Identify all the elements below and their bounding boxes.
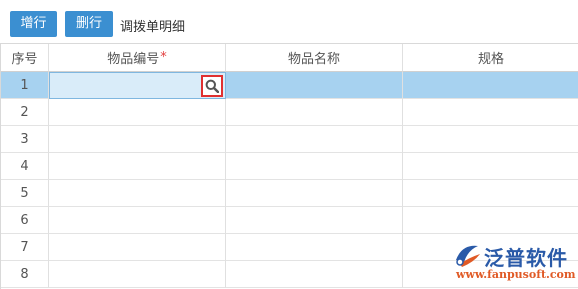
row-index-cell: 5 bbox=[1, 180, 49, 207]
item-code-cell[interactable] bbox=[49, 207, 226, 234]
table-row[interactable]: 5 bbox=[1, 180, 578, 207]
column-header-label: 序号 bbox=[11, 52, 38, 67]
grid-header: 序号 物品编号 * 物品名称 规格 bbox=[1, 44, 578, 72]
item-name-cell[interactable] bbox=[226, 126, 403, 153]
item-code-cell[interactable] bbox=[49, 153, 226, 180]
spec-cell[interactable] bbox=[403, 126, 578, 153]
spec-cell[interactable] bbox=[403, 207, 578, 234]
item-code-cell[interactable] bbox=[49, 261, 226, 288]
column-header-spec: 规格 bbox=[403, 44, 578, 72]
row-index-cell: 8 bbox=[1, 261, 49, 288]
spec-cell[interactable] bbox=[403, 99, 578, 126]
toolbar: 增行 删行 调拨单明细 bbox=[0, 0, 578, 44]
table-row[interactable]: 3 bbox=[1, 126, 578, 153]
row-index-cell: 6 bbox=[1, 207, 49, 234]
item-name-cell[interactable] bbox=[226, 153, 403, 180]
brand-watermark: 泛普软件 www.fanpusoft.com bbox=[452, 240, 578, 286]
item-name-cell[interactable] bbox=[226, 261, 403, 288]
row-index-cell: 3 bbox=[1, 126, 49, 153]
spec-cell[interactable] bbox=[403, 180, 578, 207]
table-row[interactable]: 6 bbox=[1, 207, 578, 234]
add-row-button[interactable]: 增行 bbox=[10, 11, 57, 37]
column-header-item-code: 物品编号 * bbox=[49, 44, 226, 72]
brand-url: www.fanpusoft.com bbox=[456, 268, 576, 281]
item-code-cell[interactable] bbox=[49, 180, 226, 207]
column-header-label: 物品编号 bbox=[107, 52, 160, 67]
spec-cell[interactable] bbox=[403, 72, 578, 99]
item-name-cell[interactable] bbox=[226, 180, 403, 207]
detail-title: 调拨单明细 bbox=[120, 20, 186, 35]
item-code-cell[interactable] bbox=[49, 234, 226, 261]
required-mark: * bbox=[160, 50, 167, 65]
item-code-cell[interactable] bbox=[49, 99, 226, 126]
item-code-cell[interactable] bbox=[49, 72, 226, 99]
item-name-cell[interactable] bbox=[226, 207, 403, 234]
table-row[interactable]: 1 bbox=[1, 72, 578, 99]
item-name-cell[interactable] bbox=[226, 72, 403, 99]
column-header-index: 序号 bbox=[1, 44, 49, 72]
spec-cell[interactable] bbox=[403, 153, 578, 180]
table-row[interactable]: 4 bbox=[1, 153, 578, 180]
row-index-cell: 7 bbox=[1, 234, 49, 261]
item-name-cell[interactable] bbox=[226, 99, 403, 126]
table-row[interactable]: 2 bbox=[1, 99, 578, 126]
item-code-cell[interactable] bbox=[49, 126, 226, 153]
row-index-cell: 1 bbox=[1, 72, 49, 99]
search-icon bbox=[205, 79, 219, 93]
brand-logo-icon bbox=[456, 245, 480, 267]
row-index-cell: 2 bbox=[1, 99, 49, 126]
delete-row-button[interactable]: 删行 bbox=[65, 11, 113, 37]
column-header-label: 规格 bbox=[477, 52, 504, 67]
column-header-label: 物品名称 bbox=[287, 52, 340, 67]
column-header-item-name: 物品名称 bbox=[226, 44, 403, 72]
brand-name: 泛普软件 bbox=[484, 246, 568, 270]
item-name-cell[interactable] bbox=[226, 234, 403, 261]
item-lookup-button[interactable] bbox=[201, 75, 223, 97]
row-index-cell: 4 bbox=[1, 153, 49, 180]
